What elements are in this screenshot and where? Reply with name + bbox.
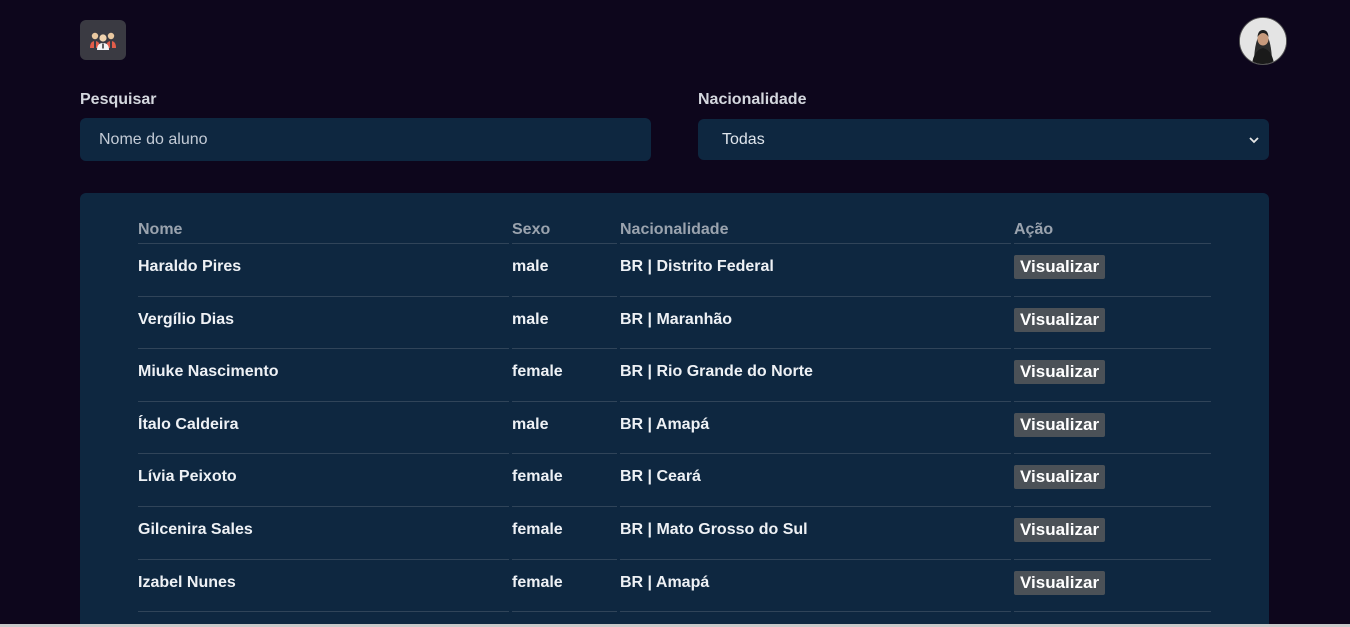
row-divider	[512, 243, 617, 244]
cell-nationality: BR | Amapá	[620, 415, 710, 433]
row-divider	[620, 295, 1011, 297]
row-divider	[512, 295, 617, 297]
logo[interactable]	[80, 20, 126, 60]
cell-name: Izabel Nunes	[138, 573, 236, 591]
nationality-select[interactable]: Todas	[698, 119, 1269, 160]
chevron-down-icon	[1249, 133, 1259, 147]
row-divider	[1014, 506, 1211, 507]
row-divider	[1014, 558, 1211, 560]
view-button[interactable]: Visualizar	[1014, 412, 1106, 437]
nationality-label: Nacionalidade	[698, 91, 807, 108]
column-header-action: Ação	[1014, 221, 1054, 238]
view-button[interactable]: Visualizar	[1014, 255, 1106, 279]
row-divider	[620, 453, 1011, 455]
cell-name: Ítalo Caldeira	[138, 415, 239, 433]
row-divider	[620, 243, 1011, 244]
cell-name: Miuke Nascimento	[138, 363, 279, 381]
cell-nationality: BR | Mato Grosso do Sul	[620, 521, 808, 538]
search-label: Pesquisar	[80, 91, 157, 108]
row-divider	[138, 506, 509, 507]
row-divider	[1014, 348, 1211, 350]
row-divider	[512, 611, 617, 613]
cell-sex: male	[512, 258, 549, 275]
avatar[interactable]	[1239, 17, 1287, 65]
row-divider	[138, 243, 509, 244]
view-button[interactable]: Visualizar	[1014, 307, 1106, 332]
row-divider	[1014, 400, 1211, 402]
cell-sex: female	[512, 573, 563, 591]
row-divider	[1014, 611, 1211, 613]
row-divider	[1014, 295, 1211, 297]
row-divider	[138, 558, 509, 560]
row-divider	[620, 400, 1011, 402]
cell-nationality: BR | Ceará	[620, 468, 701, 486]
row-divider	[138, 400, 509, 402]
nationality-select-value: Todas	[722, 130, 765, 148]
row-divider	[512, 348, 617, 350]
column-header-nationality: Nacionalidade	[620, 221, 729, 238]
column-header-sex: Sexo	[512, 221, 551, 238]
cell-nationality: BR | Rio Grande do Norte	[620, 363, 813, 381]
row-divider	[512, 453, 617, 455]
cell-sex: female	[512, 363, 563, 381]
row-divider	[620, 611, 1011, 613]
view-button[interactable]: Visualizar	[1014, 360, 1106, 385]
cell-nationality: BR | Amapá	[620, 573, 710, 591]
cell-nationality: BR | Distrito Federal	[620, 258, 774, 275]
row-divider	[1014, 243, 1211, 244]
students-page: Pesquisar Nacionalidade Todas Nome Sexo …	[0, 0, 1350, 627]
view-button[interactable]: Visualizar	[1014, 518, 1106, 542]
row-divider	[1014, 453, 1211, 455]
cell-sex: female	[512, 521, 563, 538]
row-divider	[620, 558, 1011, 560]
row-divider	[512, 400, 617, 402]
row-divider	[512, 506, 617, 507]
column-header-name: Nome	[138, 221, 183, 238]
cell-name: Gilcenira Sales	[138, 521, 253, 538]
row-divider	[620, 348, 1011, 350]
view-button[interactable]: Visualizar	[1014, 570, 1106, 595]
row-divider	[138, 295, 509, 297]
people-group-icon	[90, 32, 116, 50]
search-input[interactable]	[80, 118, 651, 161]
cell-sex: male	[512, 310, 549, 328]
user-avatar-icon	[1240, 18, 1286, 64]
cell-nationality: BR | Maranhão	[620, 310, 733, 328]
row-divider	[512, 558, 617, 560]
view-button[interactable]: Visualizar	[1014, 465, 1106, 490]
cell-name: Vergílio Dias	[138, 310, 235, 328]
cell-sex: male	[512, 415, 549, 433]
row-divider	[138, 348, 509, 350]
row-divider	[620, 506, 1011, 507]
cell-sex: female	[512, 468, 563, 486]
row-divider	[138, 611, 509, 613]
row-divider	[138, 453, 509, 455]
students-table: Nome Sexo Nacionalidade Ação Haraldo Pir…	[80, 193, 1269, 627]
cell-name: Lívia Peixoto	[138, 468, 237, 486]
cell-name: Haraldo Pires	[138, 258, 242, 275]
